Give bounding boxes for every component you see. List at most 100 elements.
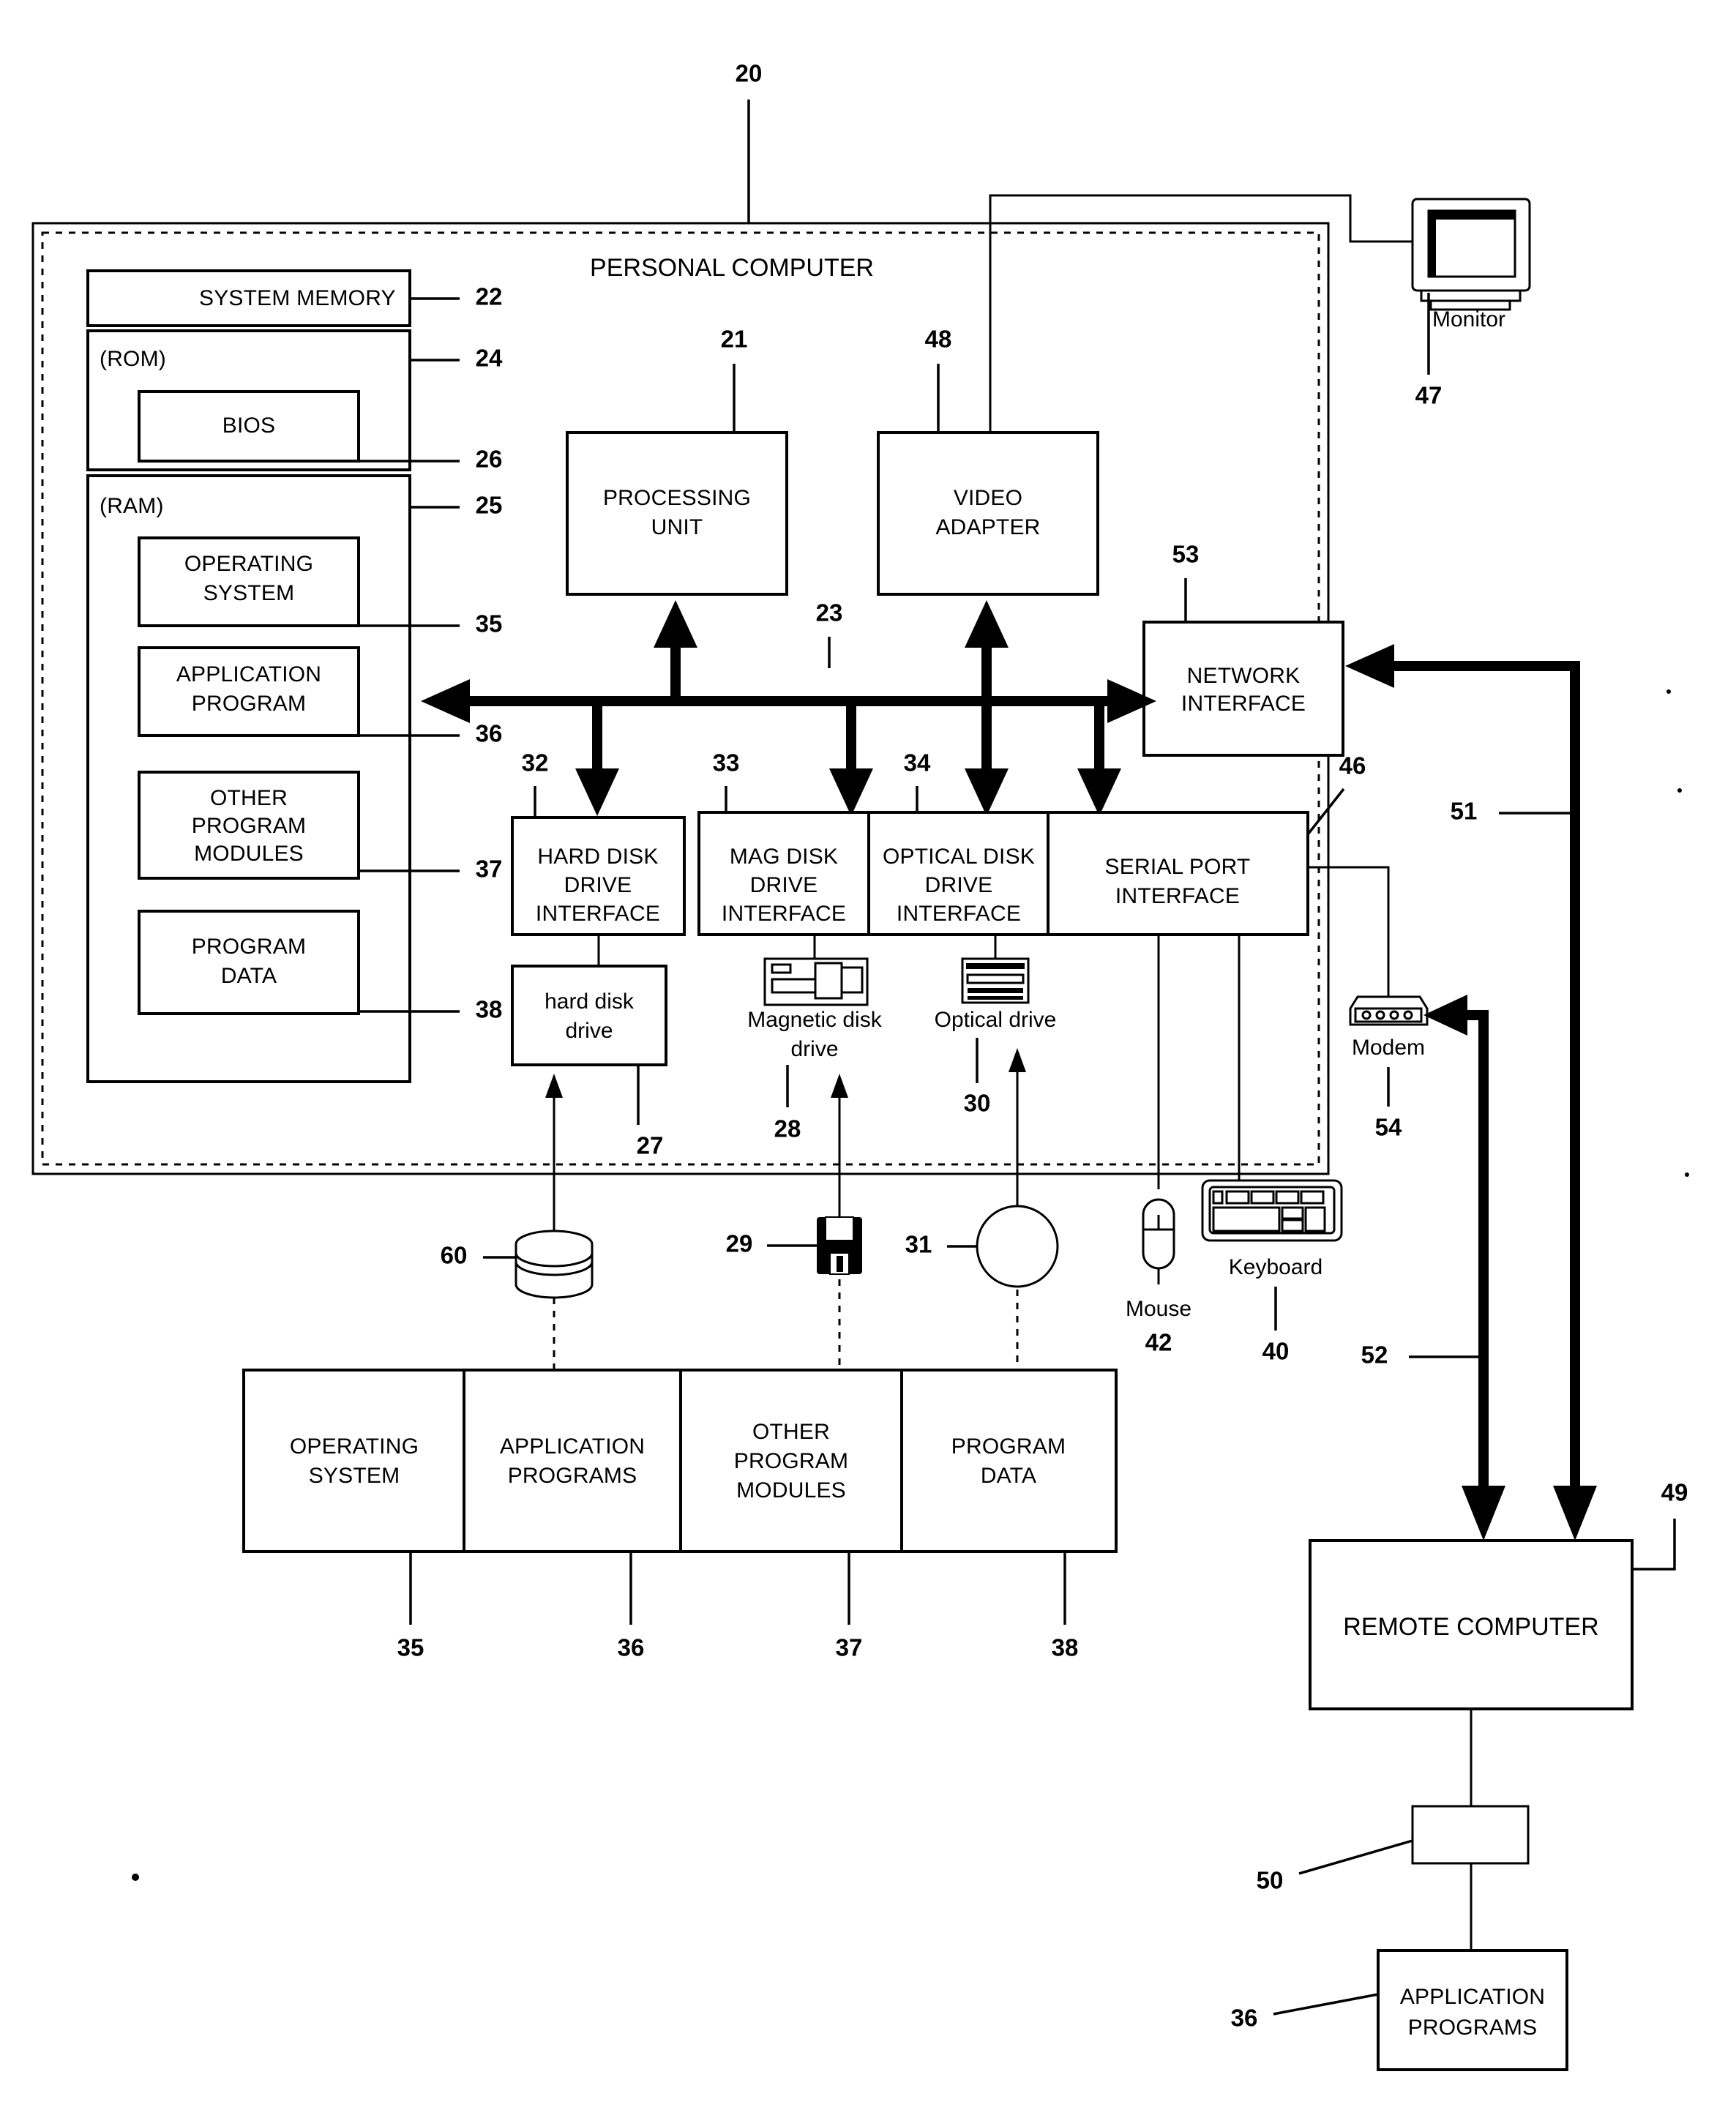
remote-memory-ref: 50 bbox=[1257, 1867, 1284, 1894]
system-memory-ref: 22 bbox=[476, 283, 503, 310]
page-title: PERSONAL COMPUTER bbox=[590, 254, 874, 282]
ram-block-0-line2: SYSTEM bbox=[203, 581, 295, 605]
remote-app-ref: 36 bbox=[1231, 2005, 1258, 2032]
lan-link-group: 52 bbox=[1361, 995, 1505, 1541]
processing-unit-group: PROCESSING UNIT 21 bbox=[566, 326, 788, 596]
video-adapter-ref: 48 bbox=[925, 326, 952, 353]
mouse-ref: 42 bbox=[1145, 1329, 1172, 1356]
ram-block-1-ref: 36 bbox=[476, 720, 503, 747]
video-adapter-group: VIDEO ADAPTER 48 bbox=[877, 326, 1099, 596]
mouse-label: Mouse bbox=[1126, 1297, 1191, 1321]
storage-block-1-line1: APPLICATION bbox=[500, 1434, 645, 1459]
floppy-disk-icon bbox=[817, 1216, 862, 1275]
monitor-cable bbox=[989, 194, 1413, 433]
hard-disk-platter-icon bbox=[515, 1230, 594, 1299]
storage-media-row: OPERATING SYSTEM 35 APPLICATION PROGRAMS… bbox=[242, 1369, 1118, 1661]
floppy-media-ref: 29 bbox=[726, 1230, 753, 1257]
ram-block-3-ref: 38 bbox=[476, 996, 503, 1023]
storage-block-3-line1: PROGRAM bbox=[951, 1434, 1066, 1459]
keyboard-icon bbox=[1201, 1179, 1343, 1242]
interface-0-line2: DRIVE bbox=[564, 873, 632, 897]
rom-label: (ROM) bbox=[100, 347, 166, 371]
lan-arrowhead-remote bbox=[1462, 1486, 1505, 1541]
system-bus-ref: 23 bbox=[816, 599, 843, 626]
optical-drive-ref: 30 bbox=[964, 1090, 991, 1117]
remote-application-programs-box bbox=[1377, 1949, 1568, 2071]
interface-3-line1: SERIAL PORT bbox=[1105, 855, 1251, 879]
processing-unit-ref: 21 bbox=[721, 326, 748, 353]
ram-block-1-line1: APPLICATION bbox=[176, 662, 321, 686]
interface-0-line3: INTERFACE bbox=[536, 902, 660, 926]
floppy-media-group: 29 bbox=[726, 1216, 862, 1370]
ram-block-0-ref: 35 bbox=[476, 610, 503, 637]
magnetic-disk-drive-ref: 28 bbox=[774, 1115, 801, 1142]
modem-group: Modem 54 bbox=[1308, 866, 1429, 1141]
processing-unit-box bbox=[566, 431, 788, 596]
storage-block-3-line2: DATA bbox=[981, 1464, 1036, 1488]
remote-computer-ref: 49 bbox=[1661, 1479, 1688, 1506]
interface-row: HARD DISK DRIVE INTERFACE 32 MAG DISK DR… bbox=[511, 749, 1366, 936]
hard-disk-media-group: 60 bbox=[441, 1230, 594, 1370]
interface-2-line3: INTERFACE bbox=[897, 902, 1021, 926]
lan-ref: 52 bbox=[1361, 1341, 1388, 1369]
keyboard-ref: 40 bbox=[1262, 1338, 1290, 1365]
storage-block-2-ref: 37 bbox=[836, 1634, 863, 1661]
ram-block-2-ref: 37 bbox=[476, 856, 503, 883]
modem-icon bbox=[1349, 995, 1429, 1026]
mouse-group: Mouse 42 bbox=[1126, 935, 1191, 1356]
lan-arrowhead-modem bbox=[1423, 995, 1467, 1036]
optical-disc-icon bbox=[976, 1205, 1059, 1288]
network-interface-line2: INTERFACE bbox=[1181, 692, 1306, 716]
interface-2-line1: OPTICAL DISK bbox=[883, 845, 1035, 869]
storage-block-2-line1: OTHER bbox=[752, 1420, 830, 1444]
keyboard-group: Keyboard 40 bbox=[1201, 935, 1343, 1365]
magnetic-disk-drive-icon bbox=[763, 957, 869, 1006]
magnetic-disk-drive-line1: Magnetic disk bbox=[747, 1008, 882, 1032]
remote-app-line2: PROGRAMS bbox=[1408, 2016, 1538, 2040]
interface-3-line2: INTERFACE bbox=[1115, 884, 1240, 908]
network-interface-line1: NETWORK bbox=[1187, 664, 1301, 688]
storage-block-0-line1: OPERATING bbox=[290, 1434, 419, 1459]
optical-drive-group: Optical drive 30 bbox=[935, 935, 1056, 1244]
remote-computer-group: REMOTE COMPUTER 49 50 APPLICATION PROGRA… bbox=[1231, 1479, 1688, 2071]
monitor-label: Monitor bbox=[1432, 307, 1505, 332]
bus-left-arrowhead bbox=[421, 679, 470, 723]
interface-1-line1: MAG DISK bbox=[730, 845, 838, 869]
storage-block-1-ref: 36 bbox=[618, 1634, 645, 1661]
hard-disk-media-ref: 60 bbox=[441, 1242, 468, 1269]
ram-block-2-line1: OTHER bbox=[210, 786, 288, 810]
optical-drive-icon bbox=[961, 957, 1030, 1004]
monitor-ref: 47 bbox=[1415, 382, 1443, 409]
ram-block-0-line1: OPERATING bbox=[184, 552, 313, 576]
interface-1-line3: INTERFACE bbox=[722, 902, 846, 926]
interface-1-line2: DRIVE bbox=[750, 873, 818, 897]
video-adapter-box bbox=[877, 431, 1099, 596]
ram-block-2-line2: PROGRAM bbox=[192, 814, 306, 838]
wan-ref: 51 bbox=[1451, 798, 1478, 825]
figure-number-group: 20 bbox=[736, 60, 762, 223]
modem-label: Modem bbox=[1352, 1036, 1425, 1060]
system-memory-group: SYSTEM MEMORY 22 (ROM) 24 BIOS 26 (RAM) … bbox=[86, 269, 503, 1083]
storage-block-2-line3: MODULES bbox=[736, 1478, 846, 1503]
interface-3-ref: 46 bbox=[1339, 752, 1366, 779]
wan-link-group: 51 bbox=[1345, 644, 1597, 1541]
patent-figure-canvas: 20 PERSONAL COMPUTER SYSTEM MEMORY 22 (R… bbox=[0, 0, 1736, 2118]
network-interface-ref: 53 bbox=[1172, 541, 1200, 568]
ram-ref: 25 bbox=[476, 492, 503, 519]
interface-0-ref: 32 bbox=[522, 749, 549, 777]
ram-block-1-line2: PROGRAM bbox=[192, 692, 306, 716]
optical-media-group: 31 bbox=[905, 1205, 1059, 1370]
hard-disk-drive-box bbox=[511, 965, 667, 1066]
ram-label: (RAM) bbox=[100, 494, 164, 518]
system-memory-label: SYSTEM MEMORY bbox=[199, 286, 396, 310]
interface-2-ref: 34 bbox=[904, 749, 931, 777]
video-adapter-line2: ADAPTER bbox=[935, 515, 1040, 539]
keyboard-label: Keyboard bbox=[1229, 1255, 1322, 1279]
wan-arrowhead-network bbox=[1345, 644, 1394, 688]
ram-block-3-line1: PROGRAM bbox=[192, 935, 306, 959]
hard-disk-drive-line2: drive bbox=[565, 1019, 613, 1043]
network-interface-group: NETWORK INTERFACE 53 bbox=[1142, 541, 1344, 757]
mouse-icon bbox=[1142, 1198, 1175, 1284]
monitor-group: Monitor 47 bbox=[1411, 198, 1531, 409]
storage-block-0-ref: 35 bbox=[397, 1634, 424, 1661]
